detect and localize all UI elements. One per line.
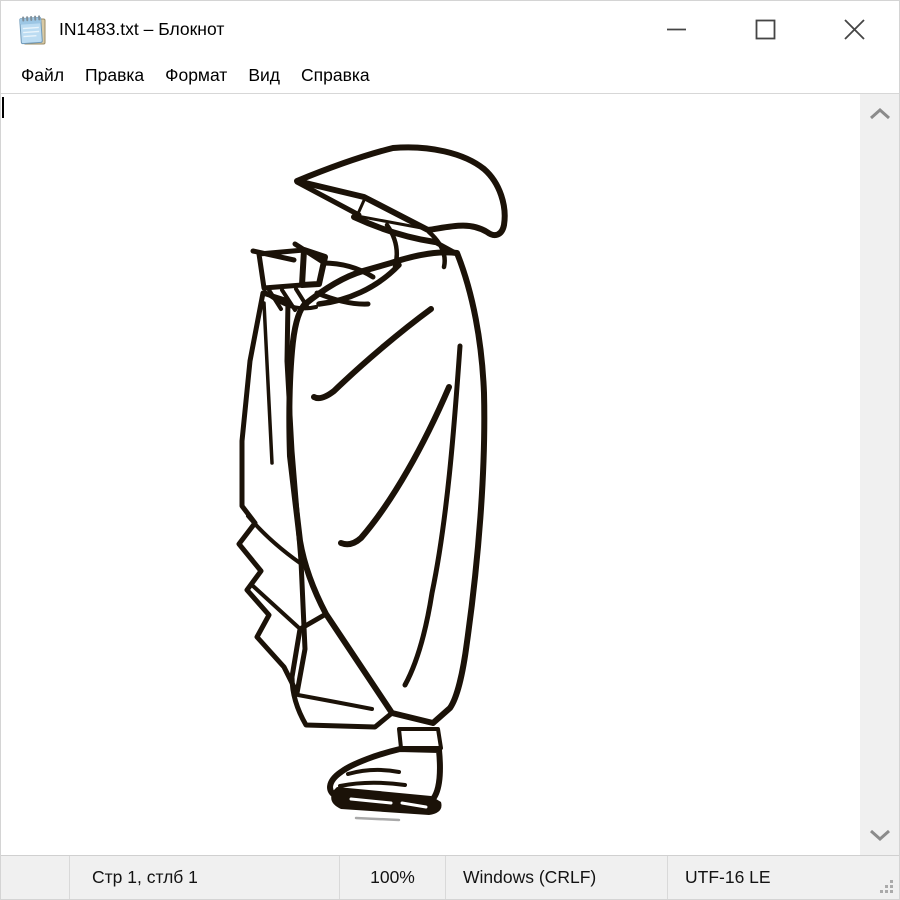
window-title: IN1483.txt – Блокнот — [59, 19, 224, 40]
menu-bar: Файл Правка Формат Вид Справка — [1, 58, 899, 94]
notepad-window: IN1483.txt – Блокнот Файл Правка Формат … — [0, 0, 900, 900]
status-cursor-position: Стр 1, стлб 1 — [69, 856, 339, 899]
menu-help[interactable]: Справка — [291, 61, 380, 90]
status-bar: Стр 1, стлб 1 100% Windows (CRLF) UTF-16… — [1, 855, 899, 899]
scroll-down-icon[interactable] — [869, 829, 891, 841]
monk-illustration — [1, 94, 862, 857]
menu-view[interactable]: Вид — [238, 61, 290, 90]
status-line-ending: Windows (CRLF) — [445, 856, 667, 899]
maximize-icon — [755, 19, 776, 40]
status-zoom-level: 100% — [339, 856, 445, 899]
minimize-icon — [666, 19, 687, 40]
minimize-button[interactable] — [632, 1, 721, 58]
window-controls — [632, 1, 899, 58]
text-area[interactable] — [1, 94, 862, 857]
menu-format[interactable]: Формат — [155, 61, 237, 90]
vertical-scrollbar[interactable] — [860, 94, 899, 857]
scroll-up-icon[interactable] — [869, 108, 891, 120]
status-encoding: UTF-16 LE — [667, 856, 899, 899]
menu-file[interactable]: Файл — [11, 61, 74, 90]
resize-grip[interactable] — [880, 880, 895, 895]
close-button[interactable] — [810, 1, 899, 58]
status-encoding-label: UTF-16 LE — [685, 867, 771, 888]
status-spacer — [1, 856, 69, 899]
menu-edit[interactable]: Правка — [75, 61, 154, 90]
close-icon — [843, 18, 866, 41]
title-bar: IN1483.txt – Блокнот — [1, 1, 899, 58]
maximize-button[interactable] — [721, 1, 810, 58]
notepad-icon — [18, 13, 48, 47]
